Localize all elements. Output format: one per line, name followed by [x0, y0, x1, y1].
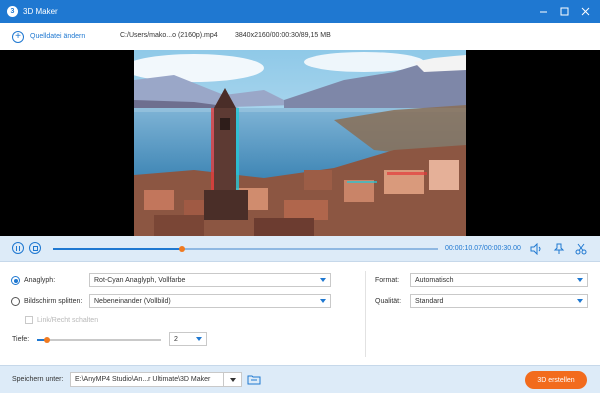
file-path: C:/Users/mako...o (2160p).mp4	[120, 32, 218, 39]
folder-icon	[247, 375, 261, 385]
split-screen-radio[interactable]	[11, 297, 20, 306]
settings-panel: Anaglyph: Rot-Cyan Anaglyph, Vollfarbe B…	[0, 262, 600, 365]
minimize-button[interactable]	[533, 0, 554, 23]
playback-bar: 00:00:10.07/00:00:30.00	[0, 236, 600, 262]
video-preview	[0, 50, 600, 236]
pause-icon	[16, 245, 20, 251]
change-source-button[interactable]: + Quelldatei ändern	[12, 30, 86, 43]
stop-button[interactable]	[29, 242, 41, 254]
chevron-down-icon	[229, 377, 236, 382]
chevron-down-icon	[577, 278, 583, 282]
window-controls	[533, 0, 596, 23]
title-bar: 3 3D Maker	[0, 0, 600, 23]
seek-progress	[53, 248, 183, 250]
stop-icon	[32, 245, 38, 251]
anaglyph-radio[interactable]	[11, 276, 20, 285]
depth-slider-handle[interactable]	[43, 337, 50, 343]
pin-icon	[553, 243, 565, 254]
save-to-label: Speichern unter:	[12, 376, 64, 383]
open-folder-button[interactable]	[247, 373, 261, 385]
pause-button[interactable]	[12, 242, 24, 254]
swap-left-right-checkbox[interactable]	[25, 316, 33, 324]
maximize-button[interactable]	[554, 0, 575, 23]
file-meta: 3840x2160/00:00:30/89,15 MB	[235, 32, 331, 39]
depth-select-value: 2	[174, 335, 178, 343]
swap-left-right-label: Link/Recht schalten	[37, 317, 99, 324]
anaglyph-select[interactable]: Rot-Cyan Anaglyph, Vollfarbe	[89, 273, 331, 287]
format-select[interactable]: Automatisch	[410, 273, 588, 287]
seek-bar[interactable]	[53, 246, 438, 252]
total-time: /00:00:30.00	[481, 245, 521, 252]
depth-label: Tiefe:	[12, 336, 30, 343]
split-screen-select-value: Nebeneinander (Vollbild)	[94, 297, 171, 305]
format-select-value: Automatisch	[415, 276, 454, 284]
cut-button[interactable]	[575, 243, 587, 255]
file-info-bar: + Quelldatei ändern C:/Users/mako...o (2…	[0, 23, 600, 50]
time-display: 00:00:10.07/00:00:30.00	[445, 245, 521, 252]
app-logo-icon: 3	[7, 6, 18, 17]
anaglyph-select-value: Rot-Cyan Anaglyph, Vollfarbe	[94, 276, 186, 284]
volume-button[interactable]	[530, 243, 542, 255]
pin-button[interactable]	[553, 243, 565, 255]
save-path-select[interactable]: E:\AnyMP4 Studio\An...r Ultimate\3D Make…	[70, 372, 242, 387]
save-path-value: E:\AnyMP4 Studio\An...r Ultimate\3D Make…	[75, 376, 211, 383]
window-title: 3D Maker	[23, 7, 58, 16]
settings-divider	[365, 271, 366, 357]
chevron-down-icon	[196, 337, 202, 341]
quality-select[interactable]: Standard	[410, 294, 588, 308]
split-screen-select[interactable]: Nebeneinander (Vollbild)	[89, 294, 331, 308]
quality-select-value: Standard	[415, 297, 444, 305]
maximize-icon	[560, 7, 569, 16]
add-circle-icon: +	[12, 30, 24, 43]
current-time: 00:00:10.07	[445, 245, 482, 252]
close-icon	[581, 7, 590, 16]
split-screen-label: Bildschirm splitten:	[24, 298, 83, 305]
seek-handle[interactable]	[179, 246, 186, 252]
depth-slider[interactable]	[37, 337, 161, 343]
change-source-label: Quelldatei ändern	[30, 33, 86, 40]
close-button[interactable]	[575, 0, 596, 23]
format-label: Format:	[375, 277, 400, 284]
chevron-down-icon	[320, 278, 326, 282]
depth-select[interactable]: 2	[169, 332, 207, 346]
footer-bar: Speichern unter: E:\AnyMP4 Studio\An...r…	[0, 365, 600, 393]
anaglyph-label: Anaglyph:	[24, 277, 56, 284]
scissors-icon	[575, 243, 587, 255]
save-path-dropdown[interactable]	[223, 373, 241, 386]
preview-frame	[134, 50, 466, 236]
volume-icon	[530, 243, 541, 255]
quality-label: Qualität:	[375, 298, 402, 305]
anaglyph-landscape-image	[134, 50, 466, 236]
chevron-down-icon	[577, 299, 583, 303]
create-3d-button[interactable]: 3D erstellen	[525, 371, 587, 389]
chevron-down-icon	[320, 299, 326, 303]
minimize-icon	[540, 11, 547, 13]
